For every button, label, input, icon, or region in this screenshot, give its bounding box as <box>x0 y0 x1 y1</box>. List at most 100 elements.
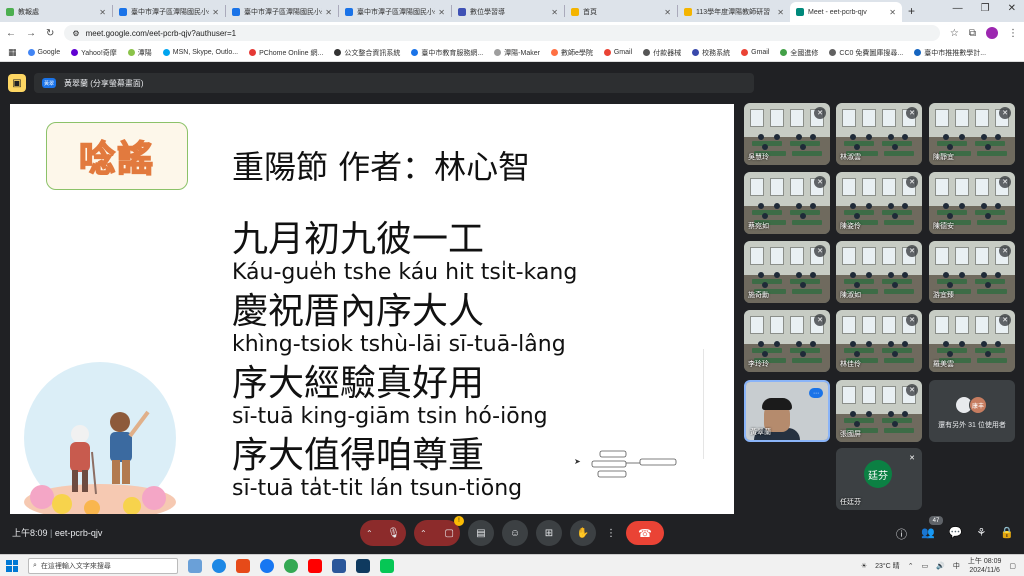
bookmark-item[interactable]: 付款器械 <box>643 48 681 58</box>
bookmark-item[interactable]: PChome Online 網... <box>249 48 323 58</box>
word-icon[interactable] <box>332 558 346 573</box>
omnibox[interactable]: ⚙ meet.google.com/eet-pcrb-qjv?authuser=… <box>64 25 940 41</box>
browser-tab[interactable]: 113學年度潭陽教師研習 ✕ <box>678 2 790 22</box>
participant-tile-no-video[interactable]: 廷芬 ✕ 任廷芬 <box>836 448 922 510</box>
close-tab-icon[interactable]: ✕ <box>99 8 106 17</box>
participant-tile[interactable]: ✕ 李玲玲 <box>744 310 830 372</box>
weather-text[interactable]: 23°C 晴 <box>875 561 900 571</box>
bookmark-item[interactable]: 臺中市推推數學計... <box>914 48 986 58</box>
bookmark-item[interactable]: CC0 免費圖庫搜尋... <box>829 48 903 58</box>
facebook-icon[interactable] <box>260 558 274 573</box>
office-icon[interactable] <box>236 558 250 573</box>
bookmark-item[interactable]: 校務系統 <box>692 48 730 58</box>
browser-tab[interactable]: 臺中市潭子區潭陽國民小學 ✕ <box>339 2 451 22</box>
browser-tab[interactable]: Meet - eet-pcrb-qjv ✕ <box>790 2 902 22</box>
participant-tile[interactable]: ✕ 陳淑如 <box>836 241 922 303</box>
chevron-up-icon[interactable]: ⌃ <box>420 529 427 538</box>
presenter-bar[interactable]: 黃翠 黃翠蘭 (分享螢幕畫面) <box>34 73 754 93</box>
close-tab-icon[interactable]: ✕ <box>889 8 896 17</box>
participant-tile[interactable]: ✕ 蔡宛如 <box>744 172 830 234</box>
line-icon[interactable] <box>380 558 394 573</box>
participant-tile[interactable]: ✕ 張國屏 <box>836 380 922 442</box>
tile-video-window <box>955 178 969 196</box>
bookmark-item[interactable]: Gmail <box>741 49 769 56</box>
end-call-button[interactable]: ☎ <box>626 521 664 545</box>
bookmark-item[interactable]: Yahoo!奇摩 <box>71 48 117 58</box>
participant-tile[interactable]: ✕ 羅美雲 <box>929 310 1015 372</box>
reload-icon[interactable]: ↻ <box>46 28 54 39</box>
bookmark-item[interactable]: 臺中市教育服務網... <box>411 48 483 58</box>
browser-tab[interactable]: 教報處 ✕ <box>0 2 112 22</box>
tile-video-student <box>985 282 991 288</box>
maximize-icon[interactable]: ❐ <box>981 3 990 14</box>
info-icon[interactable]: ⓘ <box>896 526 907 542</box>
participant-tile[interactable]: ✕ 游宜臻 <box>929 241 1015 303</box>
site-info-icon[interactable]: ⚙ <box>72 29 79 38</box>
browser-tab[interactable]: 數位學習導 ✕ <box>452 2 564 22</box>
edge-icon[interactable] <box>212 558 226 573</box>
close-tab-icon[interactable]: ✕ <box>325 8 332 17</box>
participant-tile[interactable]: ✕ 陳姿伶 <box>836 172 922 234</box>
people-icon[interactable]: 👥 <box>921 526 935 542</box>
raise-hand-button[interactable]: ✋ <box>570 520 596 546</box>
bookmark-item[interactable]: 全國進修 <box>780 48 818 58</box>
tray-arrow-icon[interactable]: ⌃ <box>908 562 914 570</box>
tile-video-student <box>981 134 987 140</box>
participant-tile[interactable]: ✕ 陳德安 <box>929 172 1015 234</box>
host-controls-icon[interactable]: 🔒 <box>1000 526 1014 542</box>
bookmark-item[interactable]: 公文整合資訊系統 <box>334 48 400 58</box>
taskbar-search[interactable]: ⌕ 在這裡輸入文字來搜尋 <box>28 557 178 574</box>
reactions-button[interactable]: ☺ <box>502 520 528 546</box>
bookmark-item[interactable]: 潭陽 <box>127 48 152 58</box>
back-icon[interactable]: ← <box>6 28 16 39</box>
task-view-icon[interactable] <box>188 558 202 573</box>
app-icon[interactable] <box>356 558 370 573</box>
participant-tile[interactable]: ✕ 林佳伶 <box>836 310 922 372</box>
participant-tile[interactable]: ✕ 林淑雲 <box>836 103 922 165</box>
captions-button[interactable]: ▤ <box>468 520 494 546</box>
forward-icon[interactable]: → <box>26 28 36 39</box>
profile-avatar[interactable] <box>986 27 998 39</box>
bookmark-item[interactable]: 潭陽-Maker <box>494 48 540 58</box>
youtube-icon[interactable] <box>308 558 322 573</box>
more-options-button[interactable]: ⋮ <box>604 520 618 546</box>
bookmark-item[interactable]: Gmail <box>603 49 632 56</box>
chrome-icon[interactable] <box>284 558 298 573</box>
browser-tab[interactable]: 臺中市潭子區潭陽國民小學 ✕ <box>113 2 225 22</box>
network-icon[interactable]: ▭ <box>922 562 929 570</box>
mic-toggle-button[interactable]: ⌃ 🎙 <box>360 520 406 546</box>
browser-tab[interactable]: 首頁 ✕ <box>565 2 677 22</box>
bookmark-star-icon[interactable]: ☆ <box>950 28 959 39</box>
extensions-icon[interactable]: ⧉ <box>969 28 976 39</box>
close-tab-icon[interactable]: ✕ <box>438 8 445 17</box>
other-participants-tile[interactable]: 康丰 還有另外 31 位使用者 <box>929 380 1015 442</box>
participant-name: 黃翠蘭 <box>750 429 771 436</box>
new-tab-button[interactable]: + <box>908 4 915 18</box>
participant-tile[interactable]: ✕ 吳慧玲 <box>744 103 830 165</box>
camera-toggle-button[interactable]: ⌃ ▢! <box>414 516 464 546</box>
windows-start-icon[interactable] <box>6 559 18 572</box>
volume-icon[interactable]: 🔊 <box>936 562 945 570</box>
close-window-icon[interactable]: ✕ <box>1008 3 1016 14</box>
close-tab-icon[interactable]: ✕ <box>212 8 219 17</box>
present-button[interactable]: ⊞ <box>536 520 562 546</box>
browser-tab[interactable]: 臺中市潭子區潭陽國民小學 ✕ <box>226 2 338 22</box>
participant-tile[interactable]: ✕ 施奇勳 <box>744 241 830 303</box>
participant-tile-speaking[interactable]: ⋯ 黃翠蘭 <box>744 380 830 442</box>
taskbar-clock[interactable]: 上午 08:09 2024/11/6 <box>968 557 1001 575</box>
participant-tile[interactable]: ✕ 陳靜宜 <box>929 103 1015 165</box>
browser-menu-icon[interactable]: ⋮ <box>1008 28 1018 39</box>
notification-icon[interactable]: ▢ <box>1009 562 1016 570</box>
close-tab-icon[interactable]: ✕ <box>551 8 558 17</box>
bookmark-item[interactable]: MSN, Skype, Outlo... <box>162 49 238 56</box>
bookmark-item[interactable]: 數師e學院 <box>550 48 593 58</box>
input-language[interactable]: 中 <box>953 561 960 571</box>
bookmark-item[interactable]: Google <box>27 49 60 56</box>
chevron-up-icon[interactable]: ⌃ <box>366 529 373 538</box>
close-tab-icon[interactable]: ✕ <box>664 8 671 17</box>
activities-icon[interactable]: ⚘ <box>976 526 986 542</box>
minimize-icon[interactable]: — <box>953 3 963 14</box>
close-tab-icon[interactable]: ✕ <box>777 8 784 17</box>
chat-icon[interactable]: 💬 <box>949 526 963 542</box>
apps-grid-icon[interactable]: ▦ <box>8 47 17 58</box>
